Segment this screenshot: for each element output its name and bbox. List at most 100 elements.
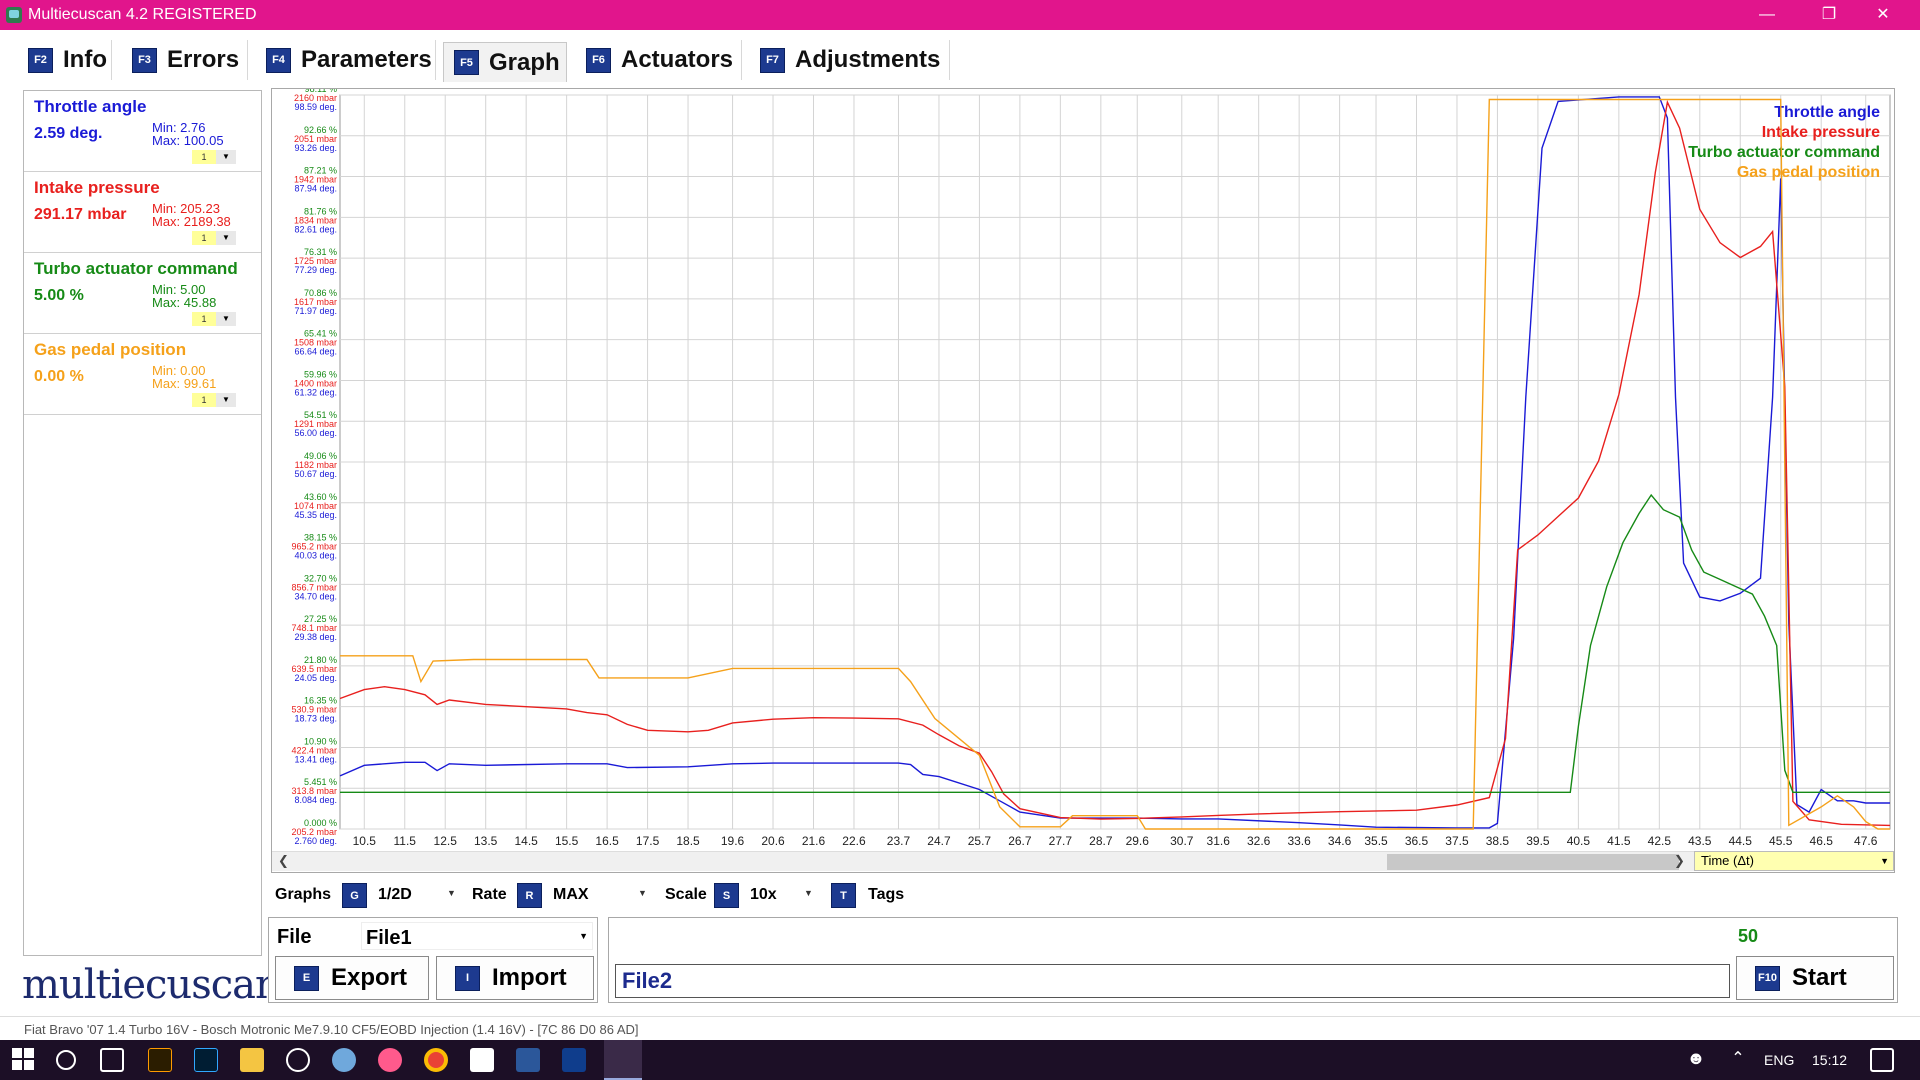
- tags-label[interactable]: Tags: [868, 886, 904, 904]
- tab-key: F5: [454, 50, 479, 75]
- tab-parameters[interactable]: F4 Parameters: [256, 40, 436, 80]
- close-button[interactable]: ✕: [1860, 0, 1906, 30]
- scale-select[interactable]: 1 ▼: [192, 150, 240, 164]
- import-label: Import: [492, 964, 567, 991]
- tab-label: Adjustments: [795, 46, 941, 73]
- graph-scrollbar[interactable]: ❮ ❯: [272, 851, 1894, 871]
- rate-key[interactable]: R: [517, 883, 542, 908]
- x-tick-label: 44.5: [1729, 834, 1753, 848]
- tags-key[interactable]: T: [831, 883, 856, 908]
- y-tick-label-deg: 18.73 deg.: [294, 714, 337, 724]
- file2-field[interactable]: File2: [615, 964, 1730, 998]
- browser-icon[interactable]: [332, 1048, 356, 1072]
- graphs-dropdown-icon[interactable]: ▼: [447, 888, 456, 898]
- restore-button[interactable]: ❐: [1806, 0, 1852, 30]
- rate-label: Rate: [472, 886, 507, 903]
- parameter-throttle-angle[interactable]: Throttle angle 2.59 deg. Min: 2.76 Max: …: [24, 91, 261, 172]
- music-icon[interactable]: [378, 1048, 402, 1072]
- file-select[interactable]: File1 ▼: [361, 922, 593, 950]
- x-tick-label: 16.5: [595, 834, 619, 848]
- parameter-value: 0.00 %: [34, 368, 84, 385]
- tab-actuators[interactable]: F6 Actuators: [576, 40, 742, 80]
- scale-key[interactable]: S: [714, 883, 739, 908]
- x-tick-label: 40.5: [1567, 834, 1591, 848]
- x-tick-label: 28.7: [1089, 834, 1113, 848]
- app-icon[interactable]: [286, 1048, 310, 1072]
- time-axis-select[interactable]: Time (Δt) ▼: [1694, 851, 1894, 871]
- tab-info[interactable]: F2 Info: [18, 40, 112, 80]
- tab-graph[interactable]: F5 Graph: [443, 42, 567, 82]
- legend-entry: Gas pedal position: [1737, 164, 1880, 181]
- photoshop-icon[interactable]: [194, 1048, 218, 1072]
- x-tick-label: 20.6: [761, 834, 785, 848]
- x-tick-label: 22.6: [842, 834, 866, 848]
- scale-value[interactable]: 10x: [750, 886, 777, 904]
- windows-start-icon[interactable]: [12, 1048, 36, 1072]
- y-tick-label-deg: 61.32 deg.: [294, 387, 337, 397]
- cortana-icon[interactable]: [56, 1050, 76, 1070]
- y-tick-label-deg: 56.00 deg.: [294, 428, 337, 438]
- multiecuscan-logo: multiecuscan: [22, 962, 281, 1008]
- pointer-app-icon[interactable]: [562, 1048, 586, 1072]
- y-tick-label-deg: 2.760 deg.: [294, 836, 337, 846]
- graph-area[interactable]: 98.11 % 2160 mbar 98.59 deg. 92.66 % 2051 mb…: [271, 88, 1895, 873]
- parameter-gas-pedal-position[interactable]: Gas pedal position 0.00 % Min: 0.00 Max:…: [24, 334, 261, 415]
- x-tick-label: 46.5: [1810, 834, 1834, 848]
- parameter-value: 2.59 deg.: [34, 125, 103, 142]
- parameter-max: Max: 45.88: [152, 295, 217, 310]
- x-tick-label: 37.5: [1445, 834, 1469, 848]
- rate-value[interactable]: MAX: [553, 886, 589, 904]
- start-button[interactable]: F10 Start: [1736, 956, 1894, 1000]
- parameter-max: Max: 2189.38: [152, 214, 231, 229]
- dropdown-arrow-icon: ▼: [216, 231, 236, 245]
- language-indicator[interactable]: ENG: [1764, 1052, 1794, 1068]
- y-tick-label-deg: 24.05 deg.: [294, 673, 337, 683]
- rate-dropdown-icon[interactable]: ▼: [638, 888, 647, 898]
- minimize-button[interactable]: —: [1744, 0, 1790, 30]
- chevron-up-icon[interactable]: ⌃: [1726, 1048, 1750, 1072]
- legend-entry: Throttle angle: [1774, 104, 1880, 121]
- notes-icon[interactable]: [470, 1048, 494, 1072]
- x-tick-label: 31.6: [1207, 834, 1231, 848]
- parameter-intake-pressure[interactable]: Intake pressure 291.17 mbar Min: 205.23 …: [24, 172, 261, 253]
- export-key: E: [294, 965, 319, 991]
- people-icon[interactable]: ☻: [1684, 1048, 1708, 1072]
- import-button[interactable]: I Import: [436, 956, 594, 1000]
- export-label: Export: [331, 964, 408, 991]
- app-icon: [6, 7, 22, 23]
- tab-key: F2: [28, 47, 53, 73]
- parameter-turbo-actuator-command[interactable]: Turbo actuator command 5.00 % Min: 5.00 …: [24, 253, 261, 334]
- scale-select[interactable]: 1 ▼: [192, 312, 240, 326]
- graphs-value[interactable]: 1/2D: [378, 886, 412, 904]
- clock[interactable]: 15:12: [1812, 1052, 1847, 1068]
- task-view-icon[interactable]: [100, 1048, 124, 1072]
- multiecuscan-taskbar-icon[interactable]: [604, 1040, 642, 1080]
- x-tick-label: 35.5: [1364, 834, 1388, 848]
- x-tick-label: 12.5: [434, 834, 458, 848]
- parameter-panel: Throttle angle 2.59 deg. Min: 2.76 Max: …: [23, 90, 262, 956]
- x-tick-label: 10.5: [353, 834, 377, 848]
- x-tick-label: 43.5: [1688, 834, 1712, 848]
- scale-select[interactable]: 1 ▼: [192, 393, 240, 407]
- scale-select[interactable]: 1 ▼: [192, 231, 240, 245]
- scroll-thumb[interactable]: [1387, 854, 1679, 870]
- chrome-icon[interactable]: [424, 1048, 448, 1072]
- file-explorer-icon[interactable]: [240, 1048, 264, 1072]
- scale-dropdown-icon[interactable]: ▼: [804, 888, 813, 898]
- x-tick-label: 21.6: [802, 834, 826, 848]
- x-tick-label: 25.7: [968, 834, 992, 848]
- graphs-key[interactable]: G: [342, 883, 367, 908]
- y-tick-label-deg: 87.94 deg.: [294, 184, 337, 194]
- scroll-right-icon[interactable]: ❯: [1674, 853, 1685, 869]
- export-button[interactable]: E Export: [275, 956, 429, 1000]
- x-tick-label: 47.6: [1854, 834, 1878, 848]
- scroll-left-icon[interactable]: ❮: [278, 853, 289, 869]
- word-icon[interactable]: [516, 1048, 540, 1072]
- tab-errors[interactable]: F3 Errors: [122, 40, 248, 80]
- illustrator-icon[interactable]: [148, 1048, 172, 1072]
- notifications-icon[interactable]: [1870, 1048, 1894, 1072]
- tab-label: Info: [63, 46, 107, 73]
- x-tick-label: 32.6: [1247, 834, 1271, 848]
- tab-adjustments[interactable]: F7 Adjustments: [750, 40, 950, 80]
- tab-label: Errors: [167, 46, 240, 73]
